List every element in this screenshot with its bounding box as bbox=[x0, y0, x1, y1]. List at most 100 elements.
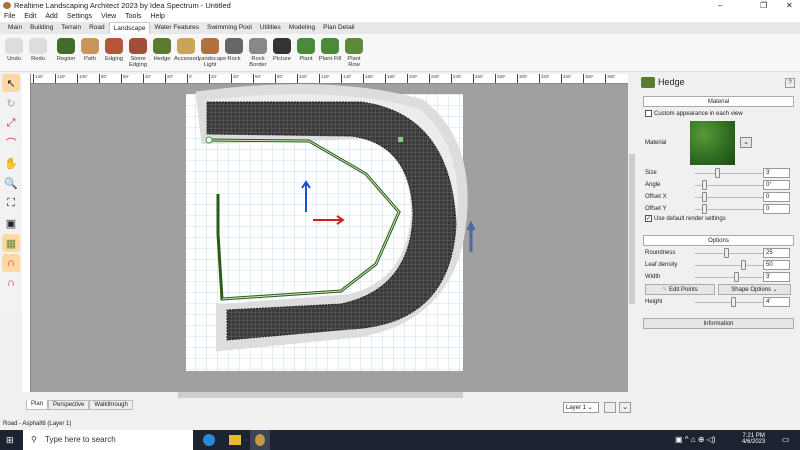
edit-points-button[interactable]: ✎ Edit Points bbox=[645, 284, 715, 295]
select-arrow-icon[interactable]: ↖ bbox=[2, 74, 20, 92]
menu-settings[interactable]: Settings bbox=[67, 11, 92, 22]
value-input[interactable]: 0° bbox=[763, 180, 790, 190]
checkbox[interactable] bbox=[645, 109, 652, 117]
shape-options-button[interactable]: Shape Options ⌄ bbox=[718, 284, 791, 295]
landscape-light-button[interactable]: Landscape Light bbox=[198, 34, 226, 71]
plant-button[interactable]: Plant bbox=[294, 34, 318, 71]
close-icon[interactable]: ✕ bbox=[786, 0, 793, 11]
options-section-header[interactable]: Options bbox=[643, 235, 794, 246]
measure-arc-icon[interactable]: ⌒ bbox=[2, 134, 20, 152]
edging-button[interactable]: Edging bbox=[102, 34, 126, 71]
zoom-icon[interactable]: 🔍 bbox=[2, 174, 20, 192]
tab-terrain[interactable]: Terrain bbox=[57, 22, 85, 34]
menu-view[interactable]: View bbox=[101, 11, 116, 22]
edit-point-handle[interactable] bbox=[398, 137, 403, 142]
rock-button[interactable]: Rock bbox=[222, 34, 246, 71]
tool-label: Edging bbox=[104, 56, 124, 62]
ruler-label: 340' bbox=[561, 74, 571, 83]
minimize-icon[interactable]: – bbox=[718, 0, 722, 11]
windows-start-icon[interactable]: ⊞ bbox=[6, 435, 14, 446]
rock-border-button[interactable]: Rock Border bbox=[246, 34, 270, 71]
value-input[interactable]: 4' bbox=[763, 297, 790, 307]
slider-thumb[interactable] bbox=[730, 297, 736, 307]
slider-thumb[interactable] bbox=[724, 248, 730, 258]
tab-main[interactable]: Main bbox=[4, 22, 26, 34]
tab-utilities[interactable]: Utilities bbox=[256, 22, 285, 34]
value-input[interactable]: 3' bbox=[763, 168, 790, 178]
system-tray-icons[interactable]: ▣ ^ ⌂ ⊕ ◁) bbox=[675, 435, 716, 444]
region-button[interactable]: Region bbox=[54, 34, 78, 71]
material-section-header[interactable]: Material bbox=[643, 96, 794, 107]
layer-dropdown-icon[interactable]: ⌄ bbox=[619, 402, 631, 413]
menu-help[interactable]: Help bbox=[151, 11, 165, 22]
value-input[interactable]: 50 bbox=[763, 260, 790, 270]
plant-row-button[interactable]: Plant Row bbox=[342, 34, 366, 71]
edge-browser-icon[interactable] bbox=[203, 434, 215, 446]
zoom-extents-icon[interactable]: ⛶ bbox=[2, 194, 20, 212]
taskbar-search[interactable]: ⚲ Type here to search bbox=[23, 430, 193, 450]
tab-plan-detail[interactable]: Plan Detail bbox=[319, 22, 358, 34]
value-input[interactable]: 3' bbox=[763, 272, 790, 282]
slider-thumb[interactable] bbox=[734, 272, 739, 282]
custom-appearance-checkbox[interactable]: Custom appearance in each view bbox=[645, 109, 795, 119]
material-swatch[interactable] bbox=[690, 121, 735, 165]
pan-hand-icon[interactable]: ✋ bbox=[2, 154, 20, 172]
slider-thumb[interactable] bbox=[701, 192, 707, 202]
magnet-options-icon[interactable]: ∩ bbox=[2, 274, 20, 292]
plant-fill-button[interactable]: Plant Fill bbox=[318, 34, 342, 71]
landscaping-app-taskbar-icon[interactable] bbox=[250, 430, 270, 450]
redo-button[interactable]: Redo bbox=[26, 34, 50, 71]
help-button[interactable]: ? bbox=[785, 78, 795, 88]
vertical-scrollbar[interactable] bbox=[628, 74, 636, 392]
slider-track[interactable] bbox=[695, 253, 765, 254]
rotate-icon[interactable]: ↻ bbox=[2, 94, 20, 112]
tab-road[interactable]: Road bbox=[85, 22, 109, 34]
slider-thumb[interactable] bbox=[701, 180, 707, 190]
clock[interactable]: 7:21 PM 4/6/2023 bbox=[742, 433, 765, 445]
slider-thumb[interactable] bbox=[740, 260, 746, 270]
menu-edit[interactable]: Edit bbox=[24, 11, 36, 22]
material-dropdown-icon[interactable]: ⌄ bbox=[740, 137, 752, 148]
plan-canvas[interactable] bbox=[31, 84, 628, 392]
menu-file[interactable]: File bbox=[4, 11, 15, 22]
tab-water-features[interactable]: Water Features bbox=[150, 22, 203, 34]
information-button[interactable]: Information bbox=[643, 318, 794, 329]
tab-modeling[interactable]: Modeling bbox=[285, 22, 319, 34]
default-render-checkbox[interactable]: ✓ Use default render settings bbox=[645, 214, 795, 224]
picture-button[interactable]: Picture bbox=[270, 34, 294, 71]
layer-select[interactable]: Layer 1 ⌄ bbox=[563, 402, 599, 413]
grid-snap-icon[interactable]: ▦ bbox=[2, 234, 20, 252]
stone-edging-button[interactable]: Stone Edging bbox=[126, 34, 150, 71]
horizontal-scrollbar[interactable] bbox=[178, 392, 463, 398]
maximize-icon[interactable]: ❐ bbox=[760, 0, 767, 11]
path-button[interactable]: Path bbox=[78, 34, 102, 71]
magnet-snap-icon[interactable]: ∩ bbox=[2, 254, 20, 272]
slider-track[interactable] bbox=[695, 173, 765, 174]
zoom-window-icon[interactable]: ▣ bbox=[2, 214, 20, 232]
measure-line-icon[interactable]: ⤢ bbox=[2, 114, 20, 132]
hedge-button[interactable]: Hedge bbox=[150, 34, 174, 71]
tab-building[interactable]: Building bbox=[26, 22, 57, 34]
value-input[interactable]: 0 bbox=[763, 192, 790, 202]
menu-tools[interactable]: Tools bbox=[125, 11, 141, 22]
slider-thumb[interactable] bbox=[714, 168, 720, 178]
layers-icon[interactable] bbox=[604, 402, 616, 413]
value-input[interactable]: 0 bbox=[763, 204, 790, 214]
slider-track[interactable] bbox=[695, 265, 765, 266]
edit-point-handle[interactable] bbox=[205, 136, 213, 144]
undo-button[interactable]: Undo bbox=[2, 34, 26, 71]
slider-thumb[interactable] bbox=[701, 204, 707, 214]
slider-track[interactable] bbox=[695, 277, 765, 278]
view-tab-perspective[interactable]: Perspective bbox=[48, 400, 90, 410]
menu-add[interactable]: Add bbox=[45, 11, 57, 22]
notifications-icon[interactable]: ▭ bbox=[782, 435, 790, 444]
checkbox-checked[interactable]: ✓ bbox=[645, 214, 652, 222]
tab-landscape[interactable]: Landscape bbox=[108, 22, 151, 34]
plan-drawing[interactable] bbox=[31, 84, 628, 392]
file-explorer-icon[interactable] bbox=[229, 435, 241, 445]
view-tab-walkthrough[interactable]: Walkthrough bbox=[89, 400, 133, 410]
tab-swimming-pool[interactable]: Swimming Pool bbox=[203, 22, 256, 34]
value-input[interactable]: 25 bbox=[763, 248, 790, 258]
view-tab-plan[interactable]: Plan bbox=[26, 400, 49, 410]
accessory-button[interactable]: Accessory bbox=[174, 34, 201, 71]
